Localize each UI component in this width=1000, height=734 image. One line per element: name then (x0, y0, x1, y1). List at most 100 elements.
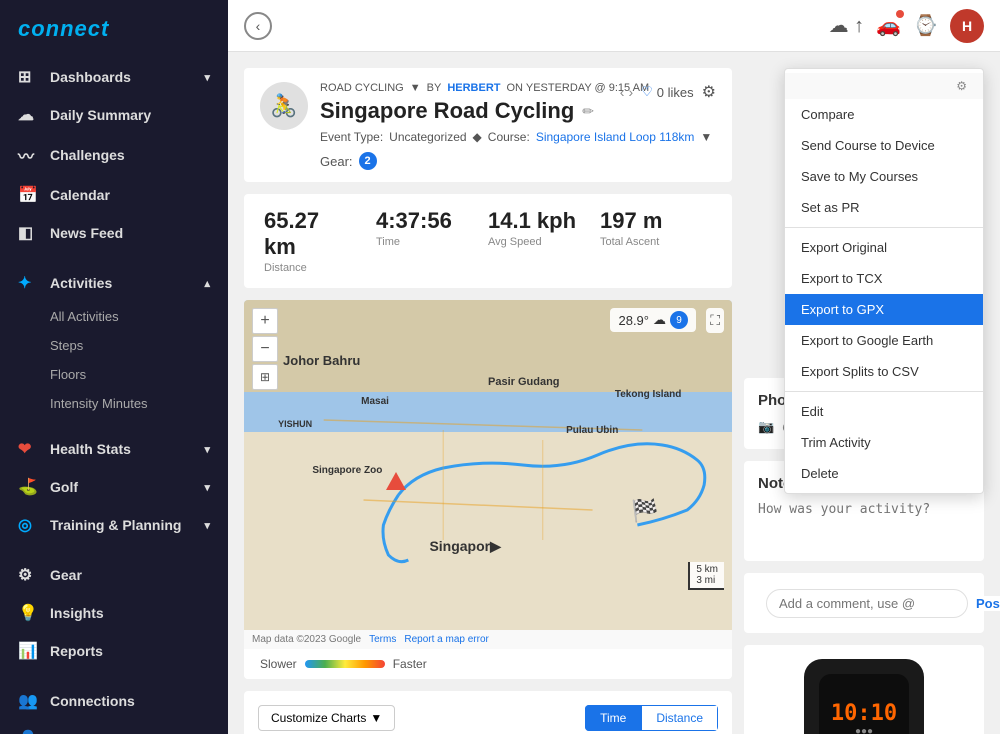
watch-image: 10:10 ●●● (804, 659, 924, 734)
sidebar-item-daily-summary[interactable]: ☁ Daily Summary (0, 96, 228, 134)
heart-icon: ♡ (641, 84, 653, 100)
map-label-pasir: Pasir Gudang (488, 376, 560, 388)
right-column: ⚙ Compare Send Course to Device Save to … (744, 68, 984, 734)
dropdown-item-compare[interactable]: Compare (785, 99, 983, 130)
training-icon: ◎ (18, 515, 40, 535)
watch-icon[interactable]: ⌚ (913, 13, 938, 38)
map-report-link[interactable]: Report a map error (404, 634, 488, 645)
sidebar-item-training-planning[interactable]: ◎ Training & Planning ▾ (0, 506, 228, 544)
stat-distance: 65.27 km Distance (264, 208, 376, 274)
prev-activity-button[interactable]: ‹ (620, 84, 625, 100)
page-body: 🚴 ROAD CYCLING ▼ BY HERBERT ON YESTERDAY… (244, 68, 984, 734)
sidebar-item-reports[interactable]: 📊 Reports (0, 632, 228, 670)
stat-time-value: 4:37:56 (376, 208, 468, 234)
likes-button[interactable]: ♡ 0 likes (641, 84, 694, 100)
chevron-down-icon: ▾ (204, 481, 210, 494)
map-footer: Map data ©2023 Google Terms Report a map… (244, 630, 732, 649)
sidebar-item-calendar[interactable]: 📅 Calendar (0, 176, 228, 214)
main-content: ‹ ☁ ↑ 🚗 ⌚ H 🚴 (228, 0, 1000, 734)
dropdown-item-export-tcx[interactable]: Export to TCX (785, 263, 983, 294)
dropdown-divider-2 (785, 391, 983, 392)
sidebar-item-gear[interactable]: ⚙ Gear (0, 556, 228, 594)
post-button[interactable]: Post (976, 596, 1000, 611)
dropdown-item-export-splits-csv[interactable]: Export Splits to CSV (785, 356, 983, 387)
watch-time-display: 10:10 (831, 701, 897, 726)
event-type-value[interactable]: Uncategorized (389, 130, 466, 144)
time-toggle-button[interactable]: Time (585, 705, 641, 731)
sidebar-item-groups[interactable]: 👤 Groups (0, 720, 228, 734)
settings-gear-icon[interactable]: ⚙ (702, 82, 716, 102)
sidebar-item-health-stats[interactable]: ❤ Health Stats ▾ (0, 430, 228, 468)
dropdown-item-edit[interactable]: Edit (785, 396, 983, 427)
dropdown-item-delete[interactable]: Delete (785, 458, 983, 489)
zoom-in-button[interactable]: + (252, 308, 278, 334)
sidebar-item-dashboards[interactable]: ⊞ Dashboards ▾ (0, 58, 228, 96)
zoom-out-button[interactable]: − (252, 336, 278, 362)
map-container: Johor Bahru Pasir Gudang Pulau Ubin Teko… (244, 300, 732, 679)
sidebar-subitem-steps[interactable]: Steps (0, 331, 228, 360)
dropdown-item-export-google-earth[interactable]: Export to Google Earth (785, 325, 983, 356)
notifications-icon[interactable]: 🚗 (876, 13, 901, 38)
stat-distance-value: 65.27 km (264, 208, 356, 260)
notification-badge (896, 10, 904, 18)
chevron-down-icon: ▾ (204, 443, 210, 456)
weather-badge: 9 (670, 311, 688, 329)
map-image[interactable]: Johor Bahru Pasir Gudang Pulau Ubin Teko… (244, 300, 732, 630)
sidebar-item-label: News Feed (50, 225, 123, 241)
dropdown-gear-icon[interactable]: ⚙ (956, 79, 967, 93)
camera-icon: 📷 (758, 419, 774, 435)
sidebar-item-connections[interactable]: 👥 Connections (0, 682, 228, 720)
gear-label: Gear: (320, 154, 353, 169)
map-controls: + − ⊞ (252, 308, 278, 390)
chevron-down-icon: ▾ (204, 71, 210, 84)
dropdown-item-set-pr[interactable]: Set as PR (785, 192, 983, 223)
map-terms-link[interactable]: Terms (369, 634, 396, 645)
sidebar: connect ⊞ Dashboards ▾ ☁ Daily Summary 〰… (0, 0, 228, 734)
daily-summary-icon: ☁ (18, 105, 40, 125)
dropdown-item-send-course[interactable]: Send Course to Device (785, 130, 983, 161)
stat-speed-value: 14.1 kph (488, 208, 580, 234)
sidebar-item-activities[interactable]: ✦ Activities ▴ (0, 264, 228, 302)
activities-icon: ✦ (18, 273, 40, 293)
notes-input[interactable] (758, 502, 970, 542)
sidebar-subitem-floors[interactable]: Floors (0, 360, 228, 389)
top-header: ‹ ☁ ↑ 🚗 ⌚ H (228, 0, 1000, 52)
sidebar-item-insights[interactable]: 💡 Insights (0, 594, 228, 632)
dropdown-item-trim-activity[interactable]: Trim Activity (785, 427, 983, 458)
dropdown-item-export-gpx[interactable]: Export to GPX (785, 294, 983, 325)
sidebar-item-label: Connections (50, 693, 135, 709)
map-scale: 5 km 3 mi (688, 562, 724, 590)
stat-avg-speed: 14.1 kph Avg Speed (488, 208, 600, 274)
cloud-icon: ☁ (653, 312, 666, 328)
sidebar-item-news-feed[interactable]: ◧ News Feed (0, 214, 228, 252)
map-expand-button[interactable]: ⛶ (706, 308, 724, 333)
dropdown-item-export-original[interactable]: Export Original (785, 232, 983, 263)
by-label: BY (427, 82, 442, 94)
next-activity-button[interactable]: › (628, 84, 633, 100)
distance-toggle-button[interactable]: Distance (641, 705, 718, 731)
challenges-icon: 〰 (18, 143, 40, 167)
sidebar-subitem-all-activities[interactable]: All Activities (0, 302, 228, 331)
upload-icon[interactable]: ☁ ↑ (829, 13, 865, 38)
edit-icon[interactable]: ✏ (582, 103, 594, 120)
username-link[interactable]: HERBERT (447, 82, 500, 94)
news-feed-icon: ◧ (18, 223, 40, 243)
customize-charts-button[interactable]: Customize Charts ▼ (258, 705, 395, 731)
watch-screen: 10:10 ●●● (819, 674, 909, 734)
back-button[interactable]: ‹ (244, 12, 272, 40)
map-label-singapore: Singapor▶ (429, 538, 500, 555)
comment-input[interactable] (766, 589, 968, 618)
sidebar-item-golf[interactable]: ⛳ Golf ▾ (0, 468, 228, 506)
layers-button[interactable]: ⊞ (252, 364, 278, 390)
gear-count[interactable]: 2 (359, 152, 377, 170)
course-link[interactable]: Singapore Island Loop 118km (536, 130, 695, 144)
user-avatar[interactable]: H (950, 9, 984, 43)
dropdown-arrow[interactable]: ▼ (410, 82, 421, 94)
course-dropdown[interactable]: ▼ (700, 130, 712, 144)
stat-ascent-label: Total Ascent (600, 236, 692, 248)
map-background: Johor Bahru Pasir Gudang Pulau Ubin Teko… (244, 300, 732, 630)
nav-arrows: ‹ › (620, 84, 633, 100)
sidebar-item-challenges[interactable]: 〰 Challenges (0, 134, 228, 176)
dropdown-item-save-courses[interactable]: Save to My Courses (785, 161, 983, 192)
sidebar-subitem-intensity-minutes[interactable]: Intensity Minutes (0, 389, 228, 418)
